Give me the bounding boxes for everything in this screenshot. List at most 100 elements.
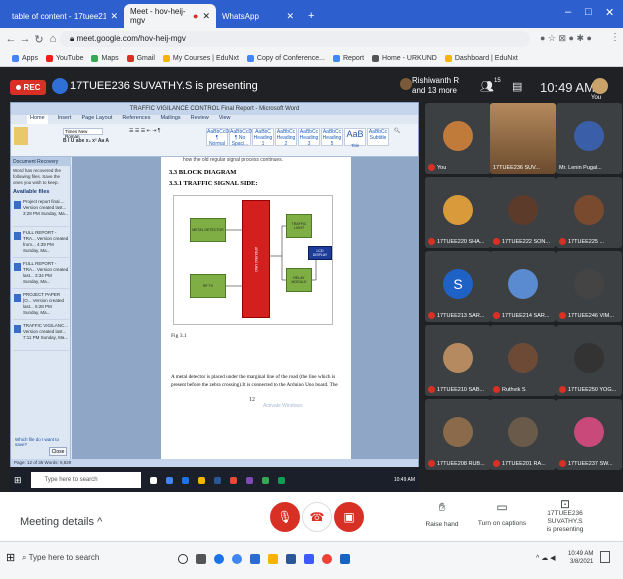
participant-tile[interactable]: 17TUEE201 RA... bbox=[490, 399, 556, 470]
bookmark-urkund[interactable]: Home - URKUND bbox=[372, 54, 437, 62]
leave-call-button[interactable]: ☎︎ bbox=[302, 502, 332, 532]
style-heading1[interactable]: AaBbC Heading 1 bbox=[252, 128, 274, 147]
reload-icon[interactable]: ↻ bbox=[32, 33, 46, 46]
participant-tile[interactable]: Mr. Lenin Pugal... bbox=[556, 103, 622, 174]
taskbar-clock[interactable]: 10:49 AM 3/8/2021 bbox=[568, 550, 593, 566]
browser-tab-meet[interactable]: Meet - hov-heij-mgv ● ✕ bbox=[124, 4, 216, 28]
participant-tile[interactable]: 17TUEE210 SAB... bbox=[425, 325, 491, 396]
word-tab-insert[interactable]: Insert bbox=[58, 115, 72, 124]
task-view-icon[interactable] bbox=[196, 554, 206, 564]
recovery-file-item[interactable]: FULL REPORT - TRA... Version created las… bbox=[13, 261, 69, 289]
bookmark-report[interactable]: Report bbox=[333, 54, 364, 62]
recovery-file-item[interactable]: TRAFFIC VIGILANC... Version created last… bbox=[13, 323, 69, 351]
self-avatar[interactable] bbox=[592, 78, 608, 94]
bookmark-label: Home - URKUND bbox=[382, 54, 437, 62]
app-icon[interactable] bbox=[340, 554, 350, 564]
style-title[interactable]: AaB Title bbox=[344, 128, 366, 148]
bookmark-label: Gmail bbox=[136, 54, 155, 62]
bookmark-youtube[interactable]: YouTube bbox=[45, 54, 83, 62]
people-icon[interactable]: 👥︎ bbox=[480, 80, 494, 93]
raise-hand-button[interactable]: ✋︎ Raise hand bbox=[422, 500, 462, 528]
windows-start-button[interactable]: ⊞ bbox=[6, 551, 15, 564]
taskbar-search[interactable]: ⌕ Type here to search bbox=[22, 553, 164, 563]
recovery-file-item[interactable]: FULL REPORT - TRA... Version created fro… bbox=[13, 230, 69, 258]
menu-icon[interactable]: ⋮ bbox=[610, 32, 620, 43]
camera-off-button[interactable]: ▣ bbox=[334, 502, 364, 532]
browser-tab-whatsapp[interactable]: WhatsApp ✕ bbox=[216, 4, 300, 28]
close-icon[interactable]: ✕ bbox=[202, 11, 210, 22]
cortana-icon[interactable] bbox=[178, 554, 188, 564]
close-window-icon[interactable]: ✕ bbox=[605, 6, 614, 19]
style-heading3[interactable]: AaBbCc Heading 3 bbox=[298, 128, 320, 147]
style-no-spacing[interactable]: AaBbCcDc ¶ No Spaci... bbox=[229, 128, 254, 147]
style-subtitle[interactable]: AaBbCc Subtitle bbox=[367, 128, 389, 146]
url-bar[interactable]: 🔒︎ meet.google.com/hov-heij-mgv bbox=[60, 31, 530, 47]
app-icon[interactable] bbox=[304, 554, 314, 564]
word-tab-review[interactable]: Review bbox=[191, 115, 209, 124]
close-icon[interactable]: ✕ bbox=[110, 11, 118, 22]
find-replace-icon[interactable]: 🔍︎ bbox=[394, 128, 414, 148]
minimize-icon[interactable]: – bbox=[565, 6, 571, 18]
paste-icon[interactable] bbox=[14, 127, 28, 145]
participant-tile[interactable]: Ruthvik S bbox=[490, 325, 556, 396]
people-summary[interactable]: Rishiwanth R and 13 more bbox=[412, 76, 459, 96]
meeting-details-button[interactable]: Meeting details ^ bbox=[20, 516, 102, 528]
participant-tile[interactable]: 17TUEE214 SAR... bbox=[490, 251, 556, 322]
participant-tile[interactable]: 17TUEE220 SHA... bbox=[425, 177, 491, 248]
participant-tile[interactable]: 17TUEE236 SUV... bbox=[490, 103, 556, 174]
word-tab-page-layout[interactable]: Page Layout bbox=[81, 115, 112, 124]
chat-icon[interactable]: ▤ bbox=[512, 80, 522, 93]
bookmark-dashboard[interactable]: Dashboard | EduNxt bbox=[444, 54, 518, 62]
store-icon[interactable] bbox=[250, 554, 260, 564]
word-tab-view[interactable]: View bbox=[219, 115, 231, 124]
participant-tile[interactable]: You bbox=[425, 103, 491, 174]
recovery-file-item[interactable]: PROJECT PAPER [O... Version created last… bbox=[13, 292, 69, 320]
tray-icons[interactable]: ^ ☁ ◀ bbox=[536, 554, 556, 562]
which-file-link[interactable]: Which file do I want to save? bbox=[15, 437, 70, 447]
forward-icon[interactable]: → bbox=[18, 33, 32, 45]
participant-tile[interactable]: 17TUEE208 RUB... bbox=[425, 399, 491, 470]
font-name-box[interactable]: Times New Roman bbox=[63, 128, 103, 139]
participant-tile[interactable]: 17TUEE246 VIM... bbox=[556, 251, 622, 322]
notifications-icon[interactable] bbox=[600, 551, 610, 563]
captions-button[interactable]: ▭ Turn on captions bbox=[474, 500, 530, 527]
participant-tile[interactable]: 17TUEE222 SON... bbox=[490, 177, 556, 248]
participant-tile[interactable]: 17TUEE250 YOG... bbox=[556, 325, 622, 396]
task-view-icon bbox=[149, 476, 157, 484]
participant-tile[interactable]: 17TUEE225 ... bbox=[556, 177, 622, 248]
participant-tile[interactable]: 17TUEE237 SW... bbox=[556, 399, 622, 470]
file-explorer-icon[interactable] bbox=[268, 554, 278, 564]
bookmark-maps[interactable]: Maps bbox=[91, 54, 119, 62]
mic-off-button[interactable]: 🎙︎ bbox=[270, 502, 300, 532]
maximize-icon[interactable]: □ bbox=[585, 6, 592, 18]
participant-name: 17TUEE210 SAB... bbox=[437, 386, 485, 393]
bookmark-courses[interactable]: My Courses | EduNxt bbox=[162, 54, 239, 62]
bookmark-conference[interactable]: Copy of Conference... bbox=[246, 54, 325, 62]
close-icon[interactable]: ✕ bbox=[286, 11, 294, 22]
style-heading2[interactable]: AaBbCc Heading 2 bbox=[275, 128, 297, 147]
word-tab-home[interactable]: Home bbox=[27, 115, 48, 124]
edge-icon[interactable] bbox=[214, 554, 224, 564]
present-now-button[interactable]: ⊡ 17TUEE236 SUVATHY.S is presenting bbox=[534, 498, 596, 534]
chrome-profile-icon[interactable] bbox=[322, 554, 332, 564]
bookmark-apps[interactable]: Apps bbox=[12, 54, 38, 62]
recovery-file-item[interactable]: Project report final.... Version created… bbox=[13, 199, 69, 227]
word-icon[interactable] bbox=[286, 554, 296, 564]
style-normal[interactable]: AaBbCcDc ¶ Normal bbox=[206, 128, 231, 147]
participant-tile[interactable]: S 17TUEE213 SAR... bbox=[425, 251, 491, 322]
extensions-icons[interactable]: ● ☆ ⊠ ● ✱ ● bbox=[540, 33, 592, 44]
word-tab-references[interactable]: References bbox=[122, 115, 150, 124]
bookmark-gmail[interactable]: Gmail bbox=[126, 54, 155, 62]
participant-avatar bbox=[508, 342, 538, 373]
new-tab-button[interactable]: + bbox=[302, 4, 318, 28]
chrome-icon[interactable] bbox=[232, 554, 242, 564]
style-heading5[interactable]: AaBbCc Heading 5 bbox=[321, 128, 343, 147]
back-icon[interactable]: ← bbox=[4, 33, 18, 45]
style-name: Heading 2 bbox=[276, 135, 296, 147]
home-icon[interactable]: ⌂ bbox=[46, 33, 60, 45]
paragraph-buttons[interactable]: ☰ ☰ ☰ ⇤ ⇥ ¶ bbox=[129, 128, 160, 134]
word-tab-mailings[interactable]: Mailings bbox=[160, 115, 180, 124]
format-buttons[interactable]: B I U abe x₂ x² Aa A bbox=[63, 138, 109, 144]
browser-tab-toc[interactable]: table of content - 17tuee211@... ✕ bbox=[6, 4, 124, 28]
recovery-close-button[interactable]: Close bbox=[49, 447, 67, 456]
